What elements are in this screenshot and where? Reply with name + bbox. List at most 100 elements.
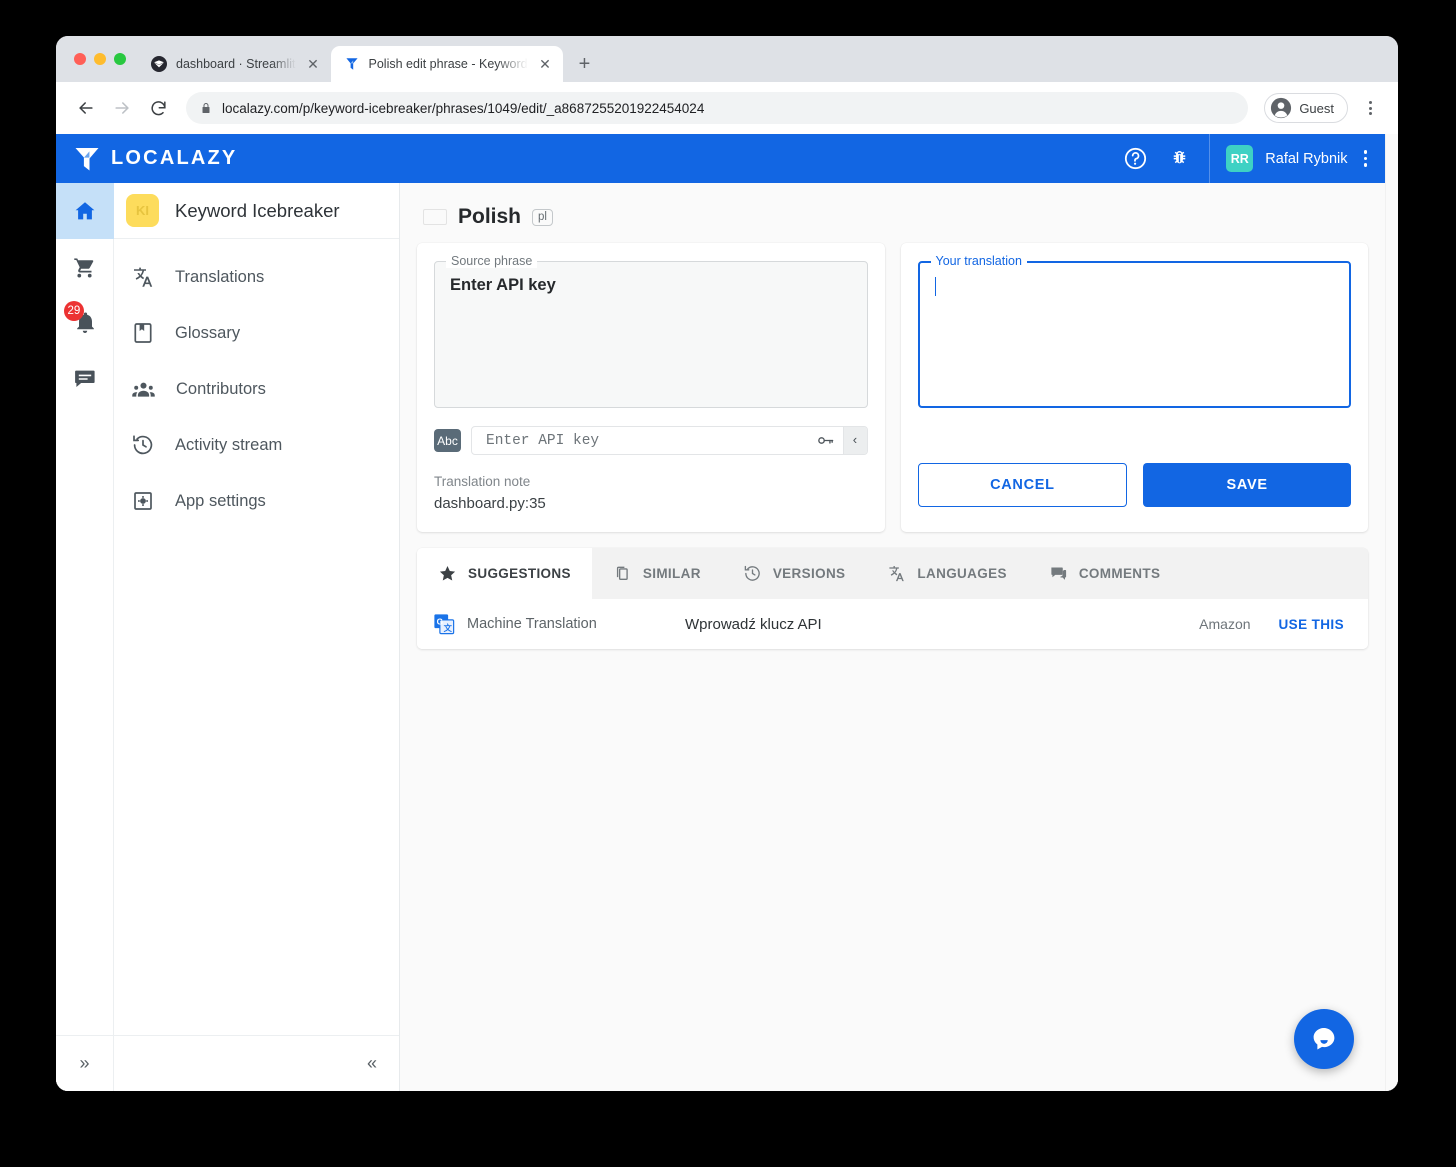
maximize-window-button[interactable] bbox=[114, 53, 126, 65]
previous-phrase-button[interactable]: ‹ bbox=[843, 427, 867, 454]
source-phrase-legend: Source phrase bbox=[446, 254, 537, 268]
google-translate-icon: G 文 bbox=[433, 613, 455, 635]
browser-menu-icon[interactable] bbox=[1356, 93, 1384, 123]
tab-label: LANGUAGES bbox=[917, 566, 1006, 581]
people-icon bbox=[131, 377, 156, 402]
star-icon bbox=[438, 564, 457, 583]
url-text: localazy.com/p/keyword-icebreaker/phrase… bbox=[222, 101, 704, 116]
localazy-icon bbox=[344, 56, 360, 72]
browser-tab-strip: dashboard · Streamlit ✕ Polish edit phra… bbox=[56, 36, 1398, 82]
browser-tab-title: dashboard · Streamlit bbox=[176, 57, 296, 71]
cart-icon bbox=[72, 255, 97, 280]
suggestion-text: Wprowadź klucz API bbox=[685, 616, 1199, 633]
poland-flag-icon bbox=[423, 209, 447, 225]
sidebar-item-contributors[interactable]: Contributors bbox=[114, 361, 399, 417]
streamlit-icon bbox=[151, 56, 167, 72]
sidebar-item-app-settings[interactable]: App settings bbox=[114, 473, 399, 529]
avatar: RR bbox=[1226, 145, 1253, 172]
new-tab-button[interactable]: + bbox=[570, 49, 600, 79]
close-icon[interactable]: ✕ bbox=[305, 56, 322, 73]
tab-comments[interactable]: COMMENTS bbox=[1028, 548, 1182, 599]
language-header: Polish pl bbox=[423, 205, 1368, 229]
bug-icon[interactable] bbox=[1157, 134, 1201, 183]
tab-label: COMMENTS bbox=[1079, 566, 1161, 581]
sidebar-collapse-button[interactable]: « bbox=[114, 1035, 399, 1091]
details-panel: SUGGESTIONS SIMILAR VERSIONS bbox=[417, 548, 1368, 649]
key-icon[interactable] bbox=[809, 431, 843, 450]
reload-icon[interactable] bbox=[142, 92, 174, 124]
comment-icon bbox=[1049, 564, 1068, 583]
text-caret bbox=[935, 277, 937, 296]
minimize-window-button[interactable] bbox=[94, 53, 106, 65]
user-menu-kebab-icon[interactable] bbox=[1360, 150, 1372, 167]
profile-chip[interactable]: Guest bbox=[1264, 93, 1348, 123]
suggestion-source-label: Machine Translation bbox=[467, 616, 685, 632]
translation-actions: CANCEL SAVE bbox=[918, 463, 1352, 507]
close-icon[interactable]: ✕ bbox=[537, 56, 554, 73]
phrase-key-row: Abc Enter API key ‹ bbox=[434, 426, 868, 455]
use-this-button[interactable]: USE THIS bbox=[1279, 617, 1344, 632]
page-scrollbar[interactable] bbox=[1385, 134, 1398, 1091]
browser-tab-dashboard[interactable]: dashboard · Streamlit ✕ bbox=[138, 46, 331, 82]
tab-languages[interactable]: LANGUAGES bbox=[866, 548, 1027, 599]
brand-logo[interactable]: LOCALAZY bbox=[74, 145, 237, 173]
chat-icon bbox=[73, 367, 97, 391]
brand-wordmark: LOCALAZY bbox=[111, 147, 237, 170]
project-name: Keyword Icebreaker bbox=[175, 200, 340, 222]
sidebar-item-label: Activity stream bbox=[175, 436, 282, 455]
abc-type-chip: Abc bbox=[434, 429, 461, 452]
save-button[interactable]: SAVE bbox=[1143, 463, 1351, 507]
icon-rail: 29 » bbox=[56, 183, 114, 1091]
phrase-key-field[interactable]: Enter API key ‹ bbox=[471, 426, 868, 455]
translation-input-box[interactable]: Your translation bbox=[918, 261, 1352, 408]
translate-icon bbox=[131, 265, 155, 289]
app-body: 29 » KI Keyword Icebreaker bbox=[56, 183, 1385, 1091]
project-header[interactable]: KI Keyword Icebreaker bbox=[114, 183, 399, 239]
browser-window: dashboard · Streamlit ✕ Polish edit phra… bbox=[56, 36, 1398, 1091]
rail-item-store[interactable] bbox=[56, 239, 114, 295]
suggestion-row[interactable]: G 文 Machine Translation Wprowadź klucz A… bbox=[417, 599, 1368, 649]
tab-suggestions[interactable]: SUGGESTIONS bbox=[417, 548, 592, 599]
close-window-button[interactable] bbox=[74, 53, 86, 65]
profile-label: Guest bbox=[1299, 101, 1334, 116]
sidebar-item-activity-stream[interactable]: Activity stream bbox=[114, 417, 399, 473]
sidebar-item-label: Glossary bbox=[175, 324, 240, 343]
history-icon bbox=[131, 433, 155, 457]
source-phrase-card: Source phrase Enter API key Abc Enter AP… bbox=[417, 243, 885, 532]
browser-tab-localazy[interactable]: Polish edit phrase - Keyword Ic ✕ bbox=[331, 46, 563, 82]
chat-bubble-icon bbox=[1309, 1024, 1339, 1054]
chat-launcher-button[interactable] bbox=[1294, 1009, 1354, 1069]
user-menu[interactable]: RR Rafal Rybnik bbox=[1209, 134, 1385, 183]
sidebar-item-glossary[interactable]: Glossary bbox=[114, 305, 399, 361]
main-content: Polish pl Source phrase Enter API key Ab… bbox=[400, 183, 1385, 1091]
tab-similar[interactable]: SIMILAR bbox=[592, 548, 722, 599]
translation-note-label: Translation note bbox=[434, 474, 868, 489]
rail-item-notifications[interactable]: 29 bbox=[56, 295, 114, 351]
copy-icon bbox=[613, 564, 632, 583]
back-icon[interactable] bbox=[70, 92, 102, 124]
rail-expand-button[interactable]: » bbox=[56, 1035, 114, 1091]
rail-item-messages[interactable] bbox=[56, 351, 114, 407]
svg-text:文: 文 bbox=[444, 623, 453, 633]
avatar-icon bbox=[1270, 97, 1292, 119]
browser-toolbar: localazy.com/p/keyword-icebreaker/phrase… bbox=[56, 82, 1398, 134]
details-tabs: SUGGESTIONS SIMILAR VERSIONS bbox=[417, 548, 1368, 599]
editor-cards: Source phrase Enter API key Abc Enter AP… bbox=[417, 243, 1368, 532]
phrase-key-value: Enter API key bbox=[486, 433, 809, 449]
history-icon bbox=[743, 564, 762, 583]
suggestion-provider: Amazon bbox=[1199, 616, 1250, 632]
tab-versions[interactable]: VERSIONS bbox=[722, 548, 867, 599]
sidebar: KI Keyword Icebreaker Translations Gloss… bbox=[114, 183, 400, 1091]
localazy-mark-icon bbox=[74, 145, 100, 173]
sidebar-item-translations[interactable]: Translations bbox=[114, 249, 399, 305]
rail-item-home[interactable] bbox=[56, 183, 114, 239]
svg-text:G: G bbox=[437, 617, 443, 626]
translate-icon bbox=[887, 564, 906, 583]
forward-icon[interactable] bbox=[106, 92, 138, 124]
address-bar[interactable]: localazy.com/p/keyword-icebreaker/phrase… bbox=[186, 92, 1248, 124]
tab-label: SUGGESTIONS bbox=[468, 566, 571, 581]
translation-textarea[interactable] bbox=[935, 277, 1335, 301]
cancel-button[interactable]: CANCEL bbox=[918, 463, 1128, 507]
help-circle-icon[interactable] bbox=[1113, 134, 1157, 183]
sidebar-item-label: Translations bbox=[175, 268, 264, 287]
